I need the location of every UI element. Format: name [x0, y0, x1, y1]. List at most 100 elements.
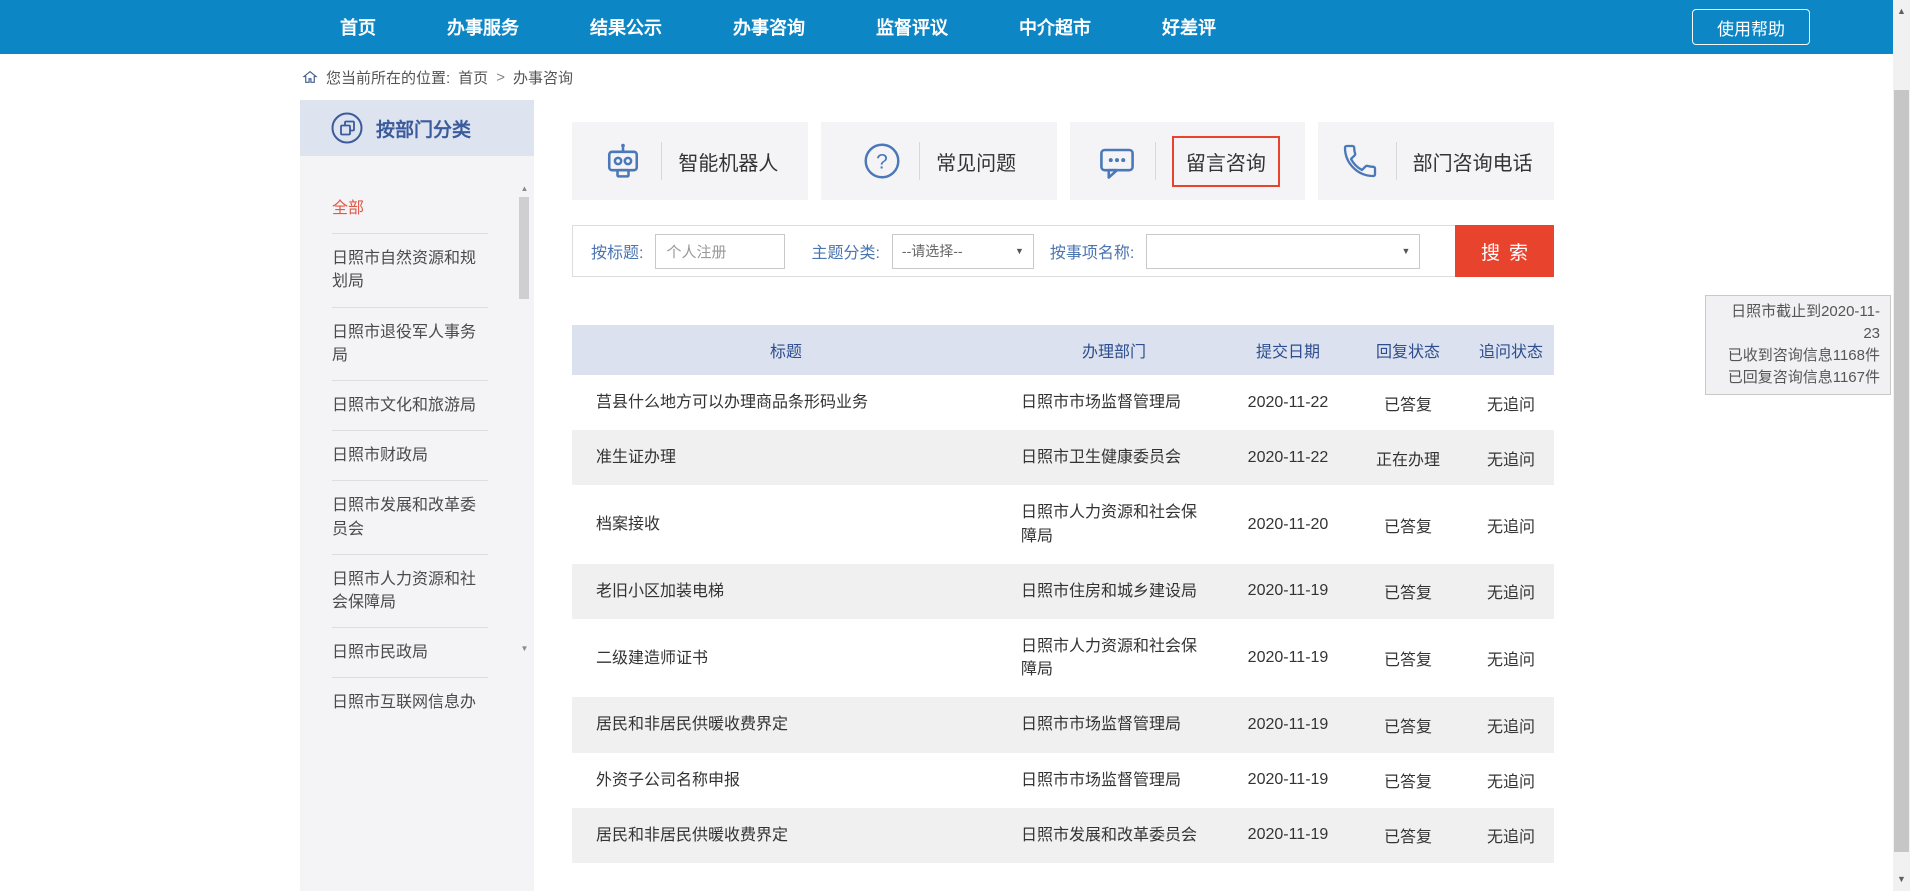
sidebar-scrollbar[interactable]: ▲ ▼ [518, 184, 531, 654]
column-header-reply: 回复状态 [1348, 338, 1468, 362]
nav-item-consult[interactable]: 办事咨询 [733, 14, 805, 40]
stats-box: 日照市截止到2020-11-23 已收到咨询信息1168件 已回复咨询信息116… [1705, 295, 1891, 395]
department-sidebar: 按部门分类 全部 日照市自然资源和规划局 日照市退役军人事务局 日照市文化和旅游… [300, 100, 534, 891]
nav-item-supervision[interactable]: 监督评议 [876, 14, 948, 40]
tab-label-smart-robot: 智能机器人 [678, 147, 778, 176]
consult-tabs: 智能机器人 ? 常见问题 留言咨询 [572, 122, 1554, 200]
breadcrumb-home-link[interactable]: 首页 [458, 67, 488, 88]
search-title-input[interactable] [655, 234, 785, 269]
breadcrumb-current: 办事咨询 [513, 67, 573, 88]
row-title[interactable]: 老旧小区加装电梯 [572, 564, 1000, 619]
row-follow-status: 无追问 [1468, 768, 1554, 792]
department-item[interactable]: 日照市民政局 [332, 628, 488, 678]
department-list: 全部 日照市自然资源和规划局 日照市退役军人事务局 日照市文化和旅游局 日照市财… [300, 156, 534, 727]
row-date: 2020-11-22 [1228, 394, 1348, 412]
column-header-date: 提交日期 [1228, 338, 1348, 362]
sidebar-header: 按部门分类 [300, 100, 534, 156]
table-row[interactable]: 老旧小区加装电梯 日照市住房和城乡建设局 2020-11-19 已答复 无追问 [572, 564, 1554, 619]
department-item[interactable]: 日照市文化和旅游局 [332, 381, 488, 431]
scroll-down-icon[interactable]: ▼ [518, 644, 531, 654]
row-dept: 日照市人力资源和社会保障局 [1000, 619, 1228, 697]
table-row[interactable]: 居民和非居民供暖收费界定 日照市发展和改革委员会 2020-11-19 已答复 … [572, 808, 1554, 863]
table-row[interactable]: 二级建造师证书 日照市人力资源和社会保障局 2020-11-19 已答复 无追问 [572, 619, 1554, 697]
table-body: 莒县什么地方可以办理商品条形码业务 日照市市场监督管理局 2020-11-22 … [572, 375, 1554, 863]
nav-item-agency[interactable]: 中介超市 [1019, 14, 1091, 40]
column-header-title: 标题 [572, 338, 1000, 362]
table-row[interactable]: 档案接收 日照市人力资源和社会保障局 2020-11-20 已答复 无追问 [572, 485, 1554, 563]
chevron-down-icon: ▼ [1401, 246, 1410, 256]
nav-item-results[interactable]: 结果公示 [590, 14, 662, 40]
row-title[interactable]: 居民和非居民供暖收费界定 [572, 697, 1000, 752]
nav-item-services[interactable]: 办事服务 [447, 14, 519, 40]
help-button[interactable]: 使用帮助 [1692, 9, 1810, 45]
row-follow-status: 无追问 [1468, 513, 1554, 537]
scroll-down-icon[interactable]: ▼ [1893, 873, 1910, 885]
department-item-all[interactable]: 全部 [332, 184, 488, 234]
row-date: 2020-11-20 [1228, 516, 1348, 534]
row-title[interactable]: 居民和非居民供暖收费界定 [572, 808, 1000, 863]
tab-phone-consult[interactable]: 部门咨询电话 [1318, 122, 1554, 200]
nav-item-rating[interactable]: 好差评 [1162, 14, 1216, 40]
row-title[interactable]: 准生证办理 [572, 430, 1000, 485]
search-button[interactable]: 搜索 [1455, 225, 1554, 277]
department-item[interactable]: 日照市互联网信息办 [332, 678, 488, 727]
row-dept: 日照市市场监督管理局 [1000, 697, 1228, 752]
stats-line-received: 已收到咨询信息1168件 [1716, 345, 1880, 367]
department-item[interactable]: 日照市退役军人事务局 [332, 308, 488, 381]
category-icon [330, 111, 364, 145]
row-title[interactable]: 二级建造师证书 [572, 631, 1000, 686]
tab-message-consult[interactable]: 留言咨询 [1070, 122, 1306, 200]
chevron-down-icon: ▼ [1015, 246, 1024, 256]
svg-text:?: ? [876, 151, 888, 174]
search-bar: 按标题: 主题分类: --请选择-- ▼ 按事项名称: ▼ 搜索 [572, 225, 1554, 277]
row-date: 2020-11-19 [1228, 826, 1348, 844]
row-dept: 日照市人力资源和社会保障局 [1000, 485, 1228, 563]
table-row[interactable]: 居民和非居民供暖收费界定 日照市市场监督管理局 2020-11-19 已答复 无… [572, 697, 1554, 752]
search-item-label: 按事项名称: [1050, 239, 1134, 263]
row-title[interactable]: 外资子公司名称申报 [572, 753, 1000, 808]
scroll-up-icon[interactable]: ▲ [518, 184, 531, 194]
row-title[interactable]: 莒县什么地方可以办理商品条形码业务 [572, 375, 1000, 430]
page-scrollbar[interactable]: ▲ ▼ [1893, 0, 1910, 891]
row-follow-status: 无追问 [1468, 646, 1554, 670]
row-title[interactable]: 档案接收 [572, 497, 1000, 552]
search-title-label: 按标题: [591, 239, 643, 263]
breadcrumb: 您当前所在的位置: 首页 > 办事咨询 [0, 54, 1890, 100]
tab-divider [919, 142, 920, 180]
department-item[interactable]: 日照市财政局 [332, 431, 488, 481]
chat-bubble-icon [1095, 139, 1139, 183]
row-dept: 日照市市场监督管理局 [1000, 375, 1228, 430]
row-dept: 日照市发展和改革委员会 [1000, 808, 1228, 863]
row-date: 2020-11-19 [1228, 716, 1348, 734]
item-name-select[interactable]: ▼ [1146, 234, 1420, 269]
row-follow-status: 无追问 [1468, 446, 1554, 470]
row-reply-status: 已答复 [1348, 579, 1468, 603]
row-date: 2020-11-19 [1228, 771, 1348, 789]
tab-smart-robot[interactable]: 智能机器人 [572, 122, 808, 200]
home-icon [302, 69, 318, 85]
tab-faq[interactable]: ? 常见问题 [821, 122, 1057, 200]
row-follow-status: 无追问 [1468, 579, 1554, 603]
category-select[interactable]: --请选择-- ▼ [892, 234, 1034, 269]
main-content: 智能机器人 ? 常见问题 留言咨询 [572, 122, 1554, 863]
department-item[interactable]: 日照市自然资源和规划局 [332, 234, 488, 307]
table-row[interactable]: 莒县什么地方可以办理商品条形码业务 日照市市场监督管理局 2020-11-22 … [572, 375, 1554, 430]
stats-line-deadline: 日照市截止到2020-11-23 [1716, 301, 1880, 345]
row-date: 2020-11-19 [1228, 582, 1348, 600]
category-select-value: --请选择-- [902, 241, 963, 261]
column-header-follow: 追问状态 [1468, 338, 1554, 362]
table-row[interactable]: 外资子公司名称申报 日照市市场监督管理局 2020-11-19 已答复 无追问 [572, 753, 1554, 808]
scroll-up-icon[interactable]: ▲ [1893, 5, 1910, 17]
row-reply-status: 已答复 [1348, 646, 1468, 670]
department-item[interactable]: 日照市发展和改革委员会 [332, 481, 488, 554]
department-item[interactable]: 日照市人力资源和社会保障局 [332, 555, 488, 628]
nav-item-home[interactable]: 首页 [340, 14, 376, 40]
page-scrollbar-thumb[interactable] [1894, 90, 1909, 852]
table-row[interactable]: 准生证办理 日照市卫生健康委员会 2020-11-22 正在办理 无追问 [572, 430, 1554, 485]
row-date: 2020-11-22 [1228, 449, 1348, 467]
tab-divider [661, 142, 662, 180]
sidebar-scrollbar-thumb[interactable] [519, 197, 529, 299]
row-reply-status: 已答复 [1348, 391, 1468, 415]
tab-label-message-consult: 留言咨询 [1172, 136, 1280, 187]
row-date: 2020-11-19 [1228, 649, 1348, 667]
